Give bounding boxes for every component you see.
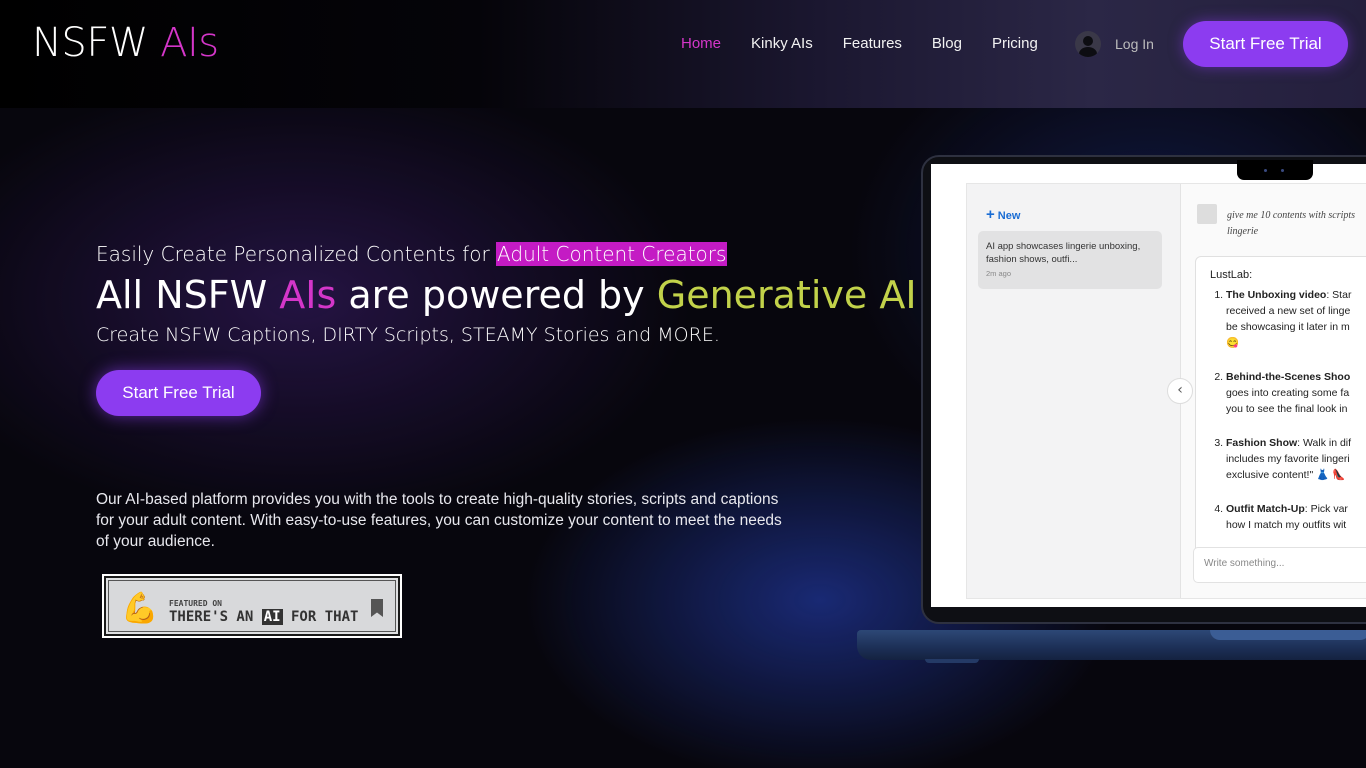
user-avatar-icon	[1075, 31, 1101, 57]
reply-item: Fashion Show: Walk in difincludes my fav…	[1226, 435, 1366, 483]
chevron-left-icon: ‹	[1167, 378, 1193, 404]
laptop-foot	[925, 659, 979, 663]
hero-headline: All NSFW AIs are powered by Generative A…	[96, 273, 917, 317]
user-message: give me 10 contents with scripts lingerie	[1227, 210, 1356, 237]
reply-item: Outfit Match-Up: Pick varhow I match my …	[1226, 501, 1366, 533]
site-logo[interactable]: NSFW AIs	[32, 20, 219, 66]
conversation-item: AI app showcases lingerie unboxing, fash…	[978, 231, 1162, 289]
reply-item: Behind-the-Scenes Shoogoes into creating…	[1226, 369, 1366, 417]
laptop-screen: + New AI app showcases lingerie unboxing,…	[931, 164, 1366, 607]
hero-tagline: Easily Create Personalized Contents for …	[96, 242, 728, 266]
nav-features[interactable]: Features	[843, 35, 902, 53]
reply-item: The Unboxing video: Starreceived a new s…	[1226, 287, 1366, 351]
start-free-trial-button-hero[interactable]: Start Free Trial	[96, 370, 261, 416]
bookmark-icon	[371, 599, 383, 617]
user-icon	[1197, 204, 1217, 224]
nav-pricing[interactable]: Pricing	[992, 35, 1038, 53]
login-label: Log In	[1115, 36, 1154, 52]
app-preview: + New AI app showcases lingerie unboxing,…	[966, 183, 1366, 599]
start-free-trial-button-header[interactable]: Start Free Trial	[1183, 21, 1348, 67]
hero-description: Our AI-based platform provides you with …	[96, 491, 782, 550]
flexed-arm-icon: 💪	[121, 591, 159, 626]
hero-section: Easily Create Personalized Contents for …	[96, 240, 917, 346]
chat-sidebar: + New AI app showcases lingerie unboxing,…	[967, 184, 1181, 598]
nav-home[interactable]: Home	[681, 35, 721, 53]
hero-subheadline: Create NSFW Captions, DIRTY Scripts, STE…	[96, 324, 720, 346]
assistant-reply: LustLab: The Unboxing video: Starreceive…	[1195, 256, 1366, 558]
plus-icon: +	[986, 206, 995, 223]
chat-panel: give me 10 contents with scripts lingerie…	[1181, 184, 1366, 598]
camera-notch	[1237, 160, 1313, 180]
new-chat-button: + New	[986, 206, 1021, 223]
tagline-highlight: Adult Content Creators	[496, 242, 728, 266]
site-header: NSFW AIs Home Kinky AIs Features Blog Pr…	[0, 0, 1366, 108]
nav-blog[interactable]: Blog	[932, 35, 962, 53]
login-link[interactable]: Log In	[1075, 31, 1154, 57]
theres-an-ai-for-that-badge[interactable]: 💪 FEATURED ON THERE'S AN AI FOR THAT	[102, 574, 402, 638]
nav-kinky-ais[interactable]: Kinky AIs	[751, 35, 813, 53]
main-nav: Home Kinky AIs Features Blog Pricing	[681, 35, 1068, 53]
laptop-lip	[1210, 630, 1366, 640]
message-input: Write something...	[1193, 547, 1366, 583]
